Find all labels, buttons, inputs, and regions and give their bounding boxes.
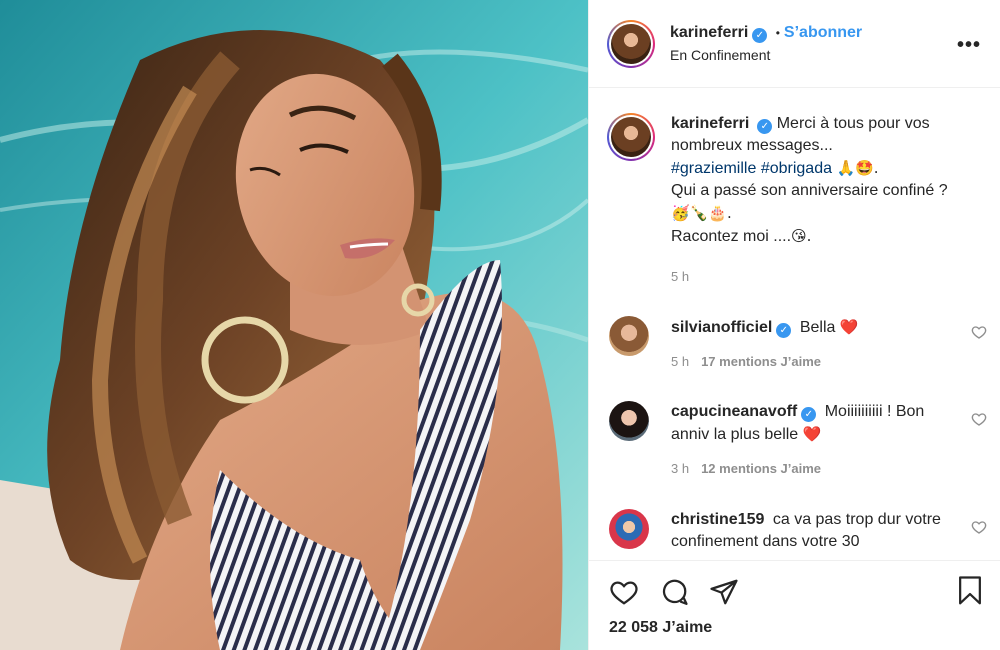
verified-badge-icon: ✓ [776, 323, 792, 338]
post-actions: 22 058 J’aime [589, 560, 1000, 650]
caption-emojis-1: 🙏🤩. [836, 159, 879, 177]
commenter-username[interactable]: christine159 [671, 511, 764, 528]
caption-emojis-3: 😘. [791, 227, 812, 245]
caption-text: karineferri ✓ Merci à tous pour vos nombr… [671, 113, 981, 248]
commenter-username[interactable]: silvianofficiel [671, 319, 772, 336]
comment-meta: 3 h 12 mentions J’aime [671, 461, 821, 476]
commenter-avatar[interactable] [609, 509, 649, 549]
like-heart-icon[interactable] [609, 577, 639, 607]
caption-username[interactable]: karineferri [671, 115, 749, 132]
comment-text: capucineanavoff ✓ Moiiiiiiiiii ! Bon anni… [671, 403, 925, 443]
comment-like-heart-icon[interactable] [971, 324, 987, 340]
follow-button[interactable]: S’abonner [784, 24, 862, 41]
comment-like-heart-icon[interactable] [971, 411, 987, 427]
comment-likes-count[interactable]: 17 mentions J’aime [701, 354, 821, 369]
commenter-username[interactable]: capucineanavoff [671, 403, 797, 420]
comment-like-heart-icon[interactable] [971, 519, 987, 535]
share-send-icon[interactable] [709, 577, 739, 607]
verified-badge-icon: ✓ [752, 28, 768, 43]
comment-text: christine159 ca va pas trop dur votre co… [671, 511, 941, 550]
post-side-panel: karineferri ✓ • S’abonner En Confinement •… [588, 0, 1000, 650]
comment-text: silvianofficiel ✓ Bella ❤️ [671, 318, 859, 338]
post-photo[interactable] [0, 0, 588, 650]
more-options-icon[interactable]: ••• [957, 34, 981, 57]
author-username[interactable]: karineferri [670, 24, 748, 41]
comments-list[interactable]: karineferri ✓ Merci à tous pour vos nombr… [589, 89, 1000, 559]
dot-separator: • [775, 26, 780, 40]
comment-meta: 5 h 17 mentions J’aime [671, 354, 821, 369]
hashtag-link[interactable]: #obrigada [761, 160, 832, 177]
verified-badge-icon: ✓ [757, 119, 773, 134]
caption-line-3: Racontez moi .... [671, 228, 792, 245]
save-bookmark-icon[interactable] [955, 575, 985, 607]
caption-line-2: Qui a passé son anniversaire confiné ? [671, 182, 948, 199]
comment-timestamp[interactable]: 3 h [671, 461, 689, 476]
caption-emojis-2: 🥳🍾🎂. [671, 204, 732, 222]
post-header: karineferri ✓ • S’abonner En Confinement •… [589, 0, 1000, 88]
location-link[interactable]: En Confinement [670, 47, 770, 63]
caption-avatar[interactable] [607, 113, 655, 161]
comment-likes-count[interactable]: 12 mentions J’aime [701, 461, 821, 476]
photo-illustration [0, 0, 588, 650]
comment-bubble-icon[interactable] [659, 577, 689, 607]
commenter-avatar[interactable] [609, 316, 649, 356]
post-likes-count[interactable]: 22 058 J’aime [609, 619, 712, 637]
author-line: karineferri ✓ • S’abonner [670, 24, 862, 43]
verified-badge-icon: ✓ [801, 407, 817, 422]
commenter-avatar[interactable] [609, 401, 649, 441]
caption-timestamp[interactable]: 5 h [671, 269, 689, 284]
author-avatar[interactable] [607, 20, 655, 68]
hashtag-link[interactable]: #graziemille [671, 160, 756, 177]
comment-timestamp[interactable]: 5 h [671, 354, 689, 369]
